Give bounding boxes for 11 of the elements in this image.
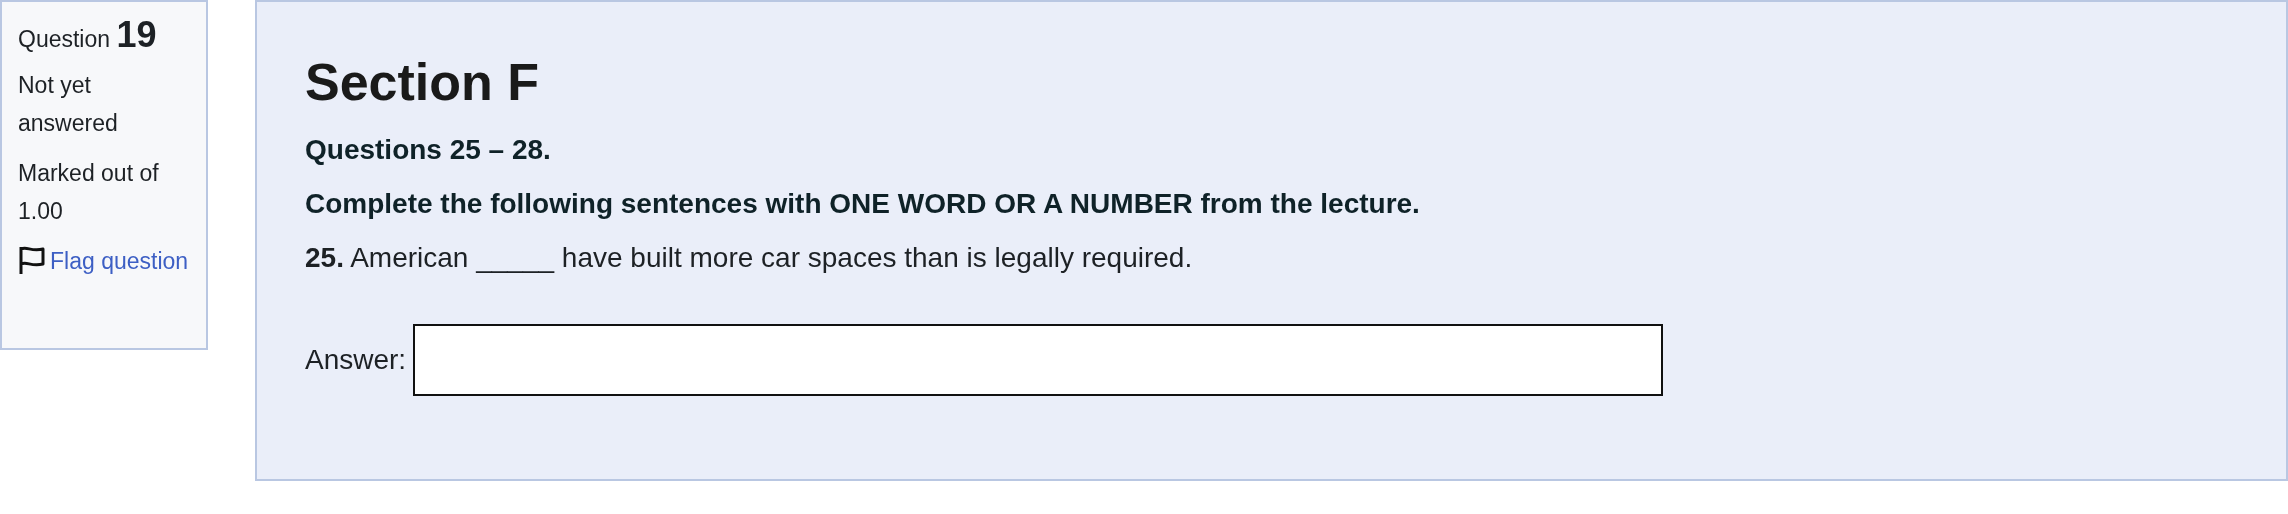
instruction-text: Complete the following sentences with ONE WORD OR A NUMBER from the lecture. [305, 188, 1421, 220]
question-marks: Marked out of 1.00 [18, 159, 160, 226]
flag-question-link[interactable]: Flag question [50, 248, 189, 274]
section-heading: Section F [305, 52, 541, 112]
question-text: 25. American _____ have built more car spaces than is legally required. [305, 242, 1194, 274]
answer-label: Answer: [305, 344, 407, 376]
questions-range: Questions 25 – 28. [305, 134, 552, 166]
question-number: Question 19 [18, 14, 158, 56]
answer-field[interactable] [413, 324, 1664, 396]
question-status: Not yet answered [18, 71, 119, 138]
flag-icon[interactable] [18, 245, 46, 275]
